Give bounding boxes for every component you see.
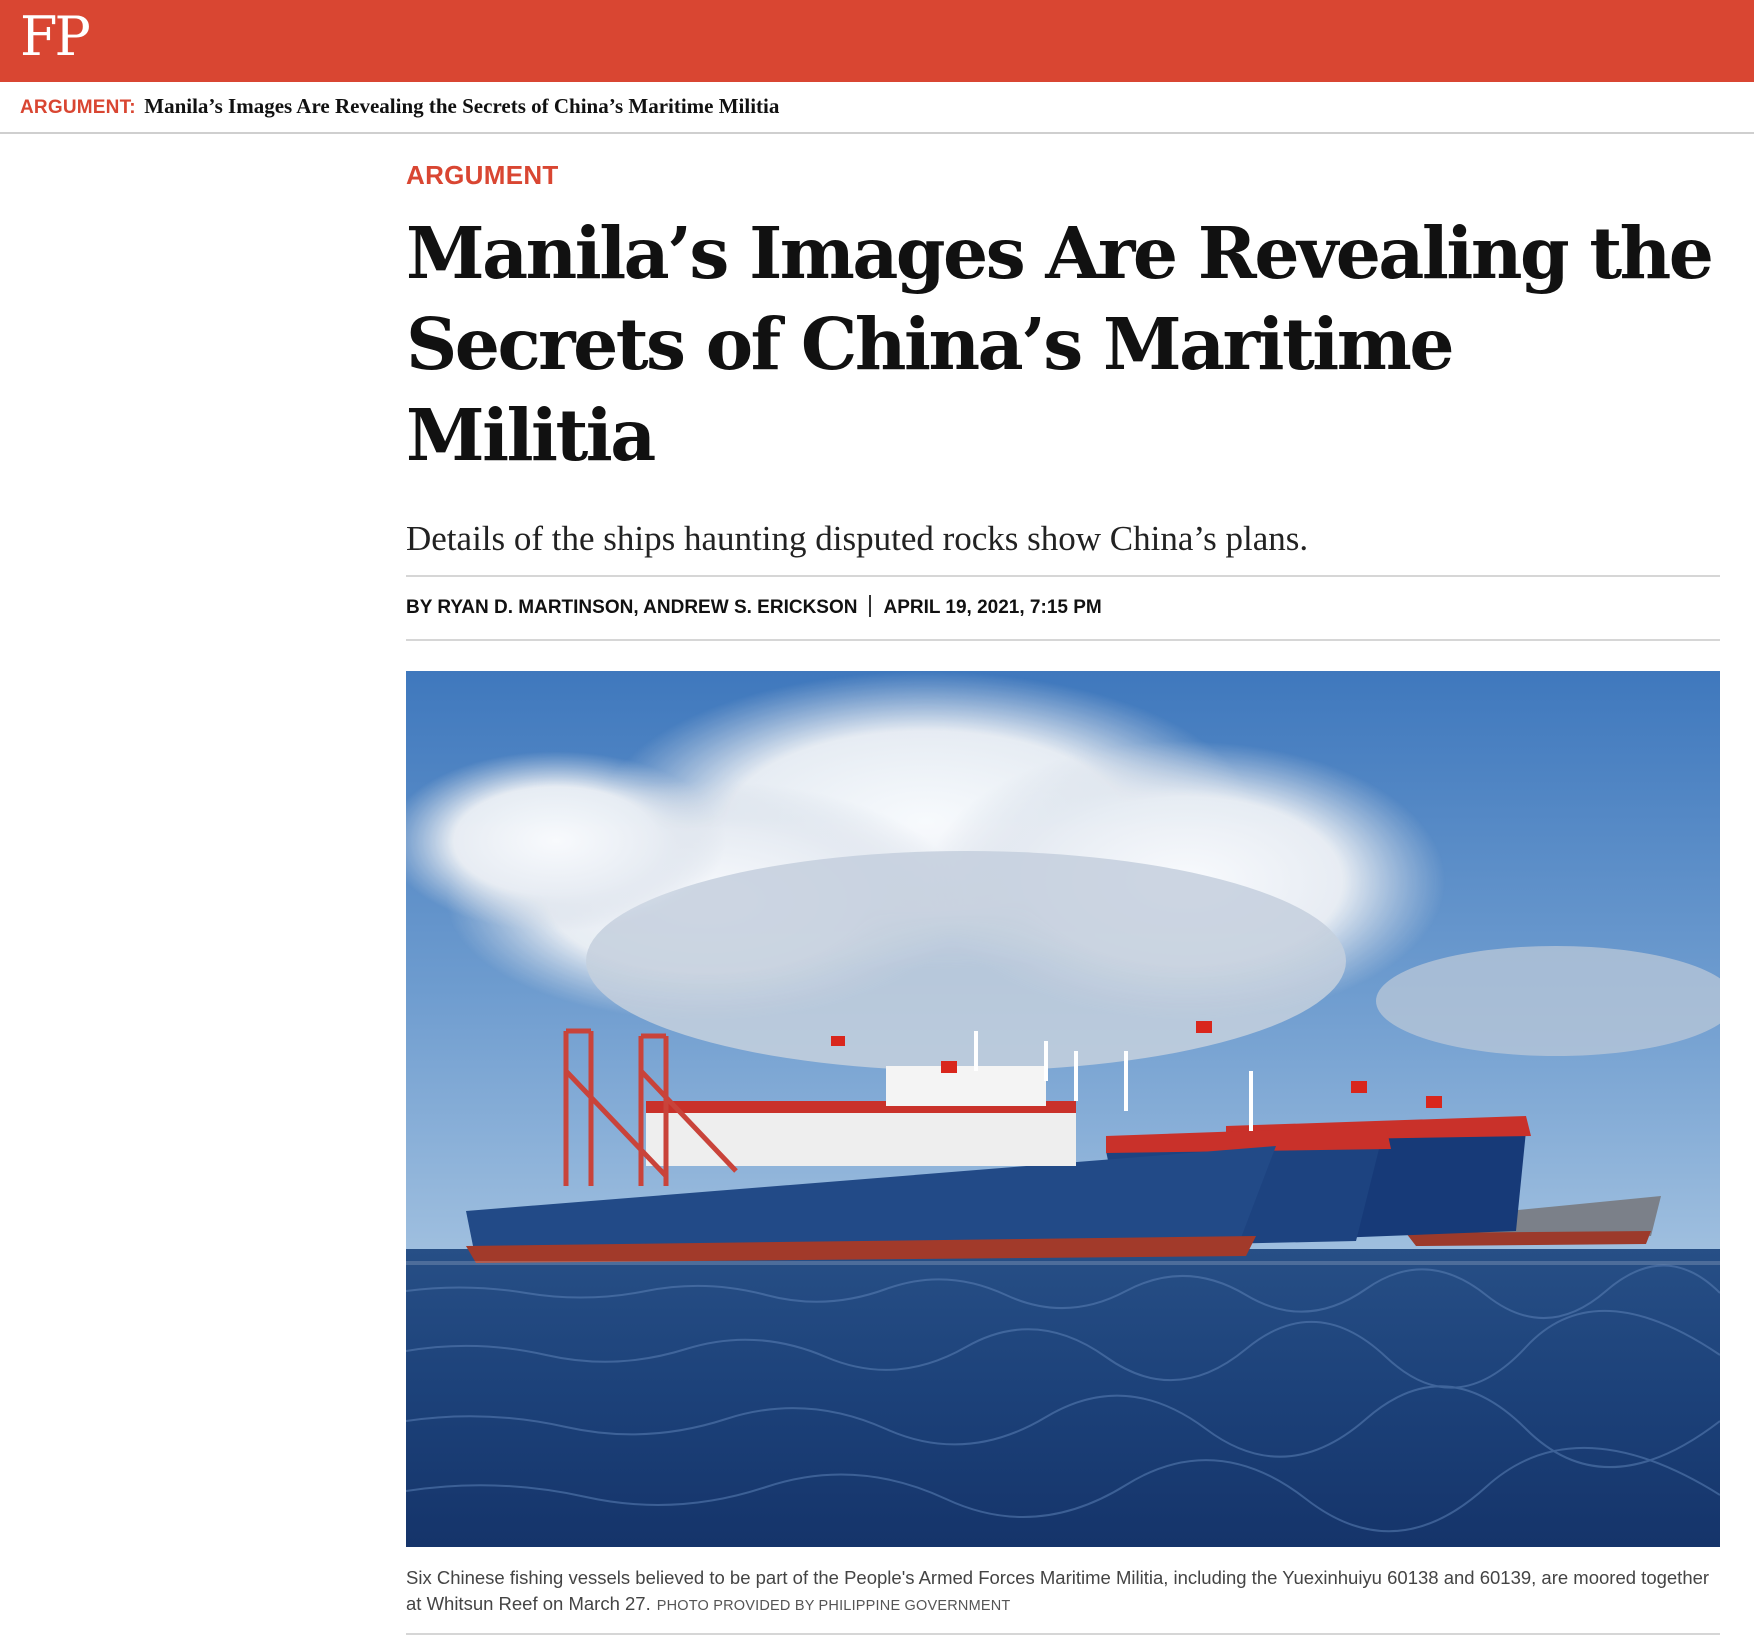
article-photo [406, 671, 1720, 1547]
article-headline: Manila’s Images Are Revealing the Secret… [406, 208, 1720, 481]
photo-credit: PHOTO PROVIDED BY PHILIPPINE GOVERNMENT [656, 1598, 1011, 1614]
byline: BY RYAN D. MARTINSON, ANDREW S. ERICKSON… [406, 577, 1720, 641]
article: ARGUMENT Manila’s Images Are Revealing t… [406, 150, 1720, 1635]
breadcrumb-kicker: ARGUMENT: [20, 97, 136, 118]
byline-date: APRIL 19, 2021, 7:15 PM [883, 597, 1102, 618]
byline-separator [869, 594, 872, 617]
photo-caption: Six Chinese fishing vessels believed to … [406, 1565, 1720, 1635]
fp-logo[interactable]: FP [20, 10, 91, 64]
breadcrumb[interactable]: ARGUMENT: Manila’s Images Are Revealing … [20, 94, 779, 119]
article-kicker[interactable]: ARGUMENT [406, 162, 1720, 188]
site-header: FP [0, 0, 1754, 82]
headline-line-1: Manila’s Images Are Revealing the [406, 211, 1714, 295]
caption-text: Six Chinese fishing vessels believed to … [406, 1567, 1710, 1614]
sticky-article-bar: ARGUMENT: Manila’s Images Are Revealing … [0, 82, 1754, 134]
photo-highlights [406, 1261, 1720, 1265]
byline-authors[interactable]: BY RYAN D. MARTINSON, ANDREW S. ERICKSON [406, 597, 857, 618]
breadcrumb-title: Manila’s Images Are Revealing the Secret… [144, 94, 780, 118]
headline-line-2: Secrets of China’s Maritime Militia [406, 302, 1455, 477]
article-dek: Details of the ships haunting disputed r… [406, 517, 1720, 577]
